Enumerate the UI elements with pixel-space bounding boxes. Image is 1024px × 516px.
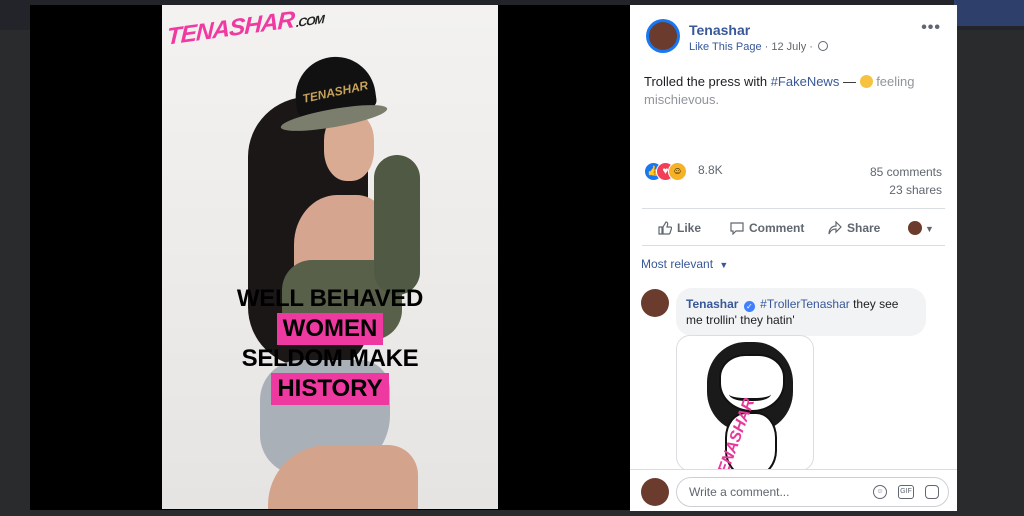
comment-button[interactable]: Comment [730, 219, 804, 237]
comment-input-wrapper: ☺ GIF [676, 477, 949, 507]
haha-reaction-icon: ☺ [668, 162, 687, 181]
slogan-line-4: HISTORY [271, 373, 389, 405]
share-arrow-icon [828, 221, 842, 235]
sort-chevron-icon: ▼ [719, 260, 729, 270]
post-date[interactable]: 12 July [771, 41, 806, 53]
slogan-line-2: WOMEN [276, 313, 384, 345]
comment-bubble-icon [730, 222, 744, 235]
page-avatar-image [649, 22, 677, 50]
logo-main-text: TENASHAR [166, 6, 295, 51]
share-button[interactable]: Share [828, 219, 880, 237]
photo-logo: TENASHAR.COM [166, 5, 324, 52]
comment-author[interactable]: Tenashar [686, 297, 738, 311]
reaction-count[interactable]: 8.8K [698, 163, 723, 177]
thumbs-up-icon [658, 221, 672, 235]
comment-label: Comment [749, 221, 805, 235]
slogan-line-3: SELDOM MAKE [241, 345, 419, 372]
hashtag-link[interactable]: #FakeNews [771, 74, 840, 89]
photo-sleeve [374, 155, 420, 295]
post-text: Trolled the press with #FakeNews — feeli… [644, 73, 934, 109]
chevron-down-icon: ▼ [925, 224, 934, 234]
post-text-dash: — [839, 74, 860, 89]
comment-composer: ☺ GIF [630, 469, 957, 511]
comment-attached-image[interactable]: TENASHAR [676, 335, 814, 471]
comment-input[interactable] [687, 484, 871, 500]
photo-slogan: WELL BEHAVED WOMEN SELDOM MAKE HISTORY [162, 285, 498, 405]
post-meta: Like This Page · 12 July · [689, 41, 829, 53]
post-text-prefix: Trolled the press with [644, 74, 771, 89]
slogan-line-1: WELL BEHAVED [236, 285, 424, 312]
like-page-link[interactable]: Like This Page [689, 41, 762, 53]
top-bar-accent [954, 0, 1024, 26]
viewer-avatar [908, 221, 922, 235]
comment-author-avatar[interactable] [641, 289, 669, 317]
divider-bottom [642, 245, 945, 246]
verified-badge-icon: ✓ [743, 301, 755, 312]
gif-icon[interactable]: GIF [898, 485, 914, 499]
more-options-icon[interactable]: ••• [921, 19, 941, 37]
viewer-selector[interactable]: ▼ [908, 219, 934, 237]
feeling-emoji-icon [859, 75, 873, 88]
like-label: Like [677, 221, 702, 235]
emoji-icon[interactable]: ☺ [873, 485, 887, 499]
comment-sort-dropdown[interactable]: Most relevant ▼ [641, 257, 728, 271]
shares-count[interactable]: 23 shares [889, 183, 942, 197]
sticker-icon[interactable] [925, 485, 939, 499]
comment-hashtag-link[interactable]: #TrollerTenashar [760, 297, 850, 311]
comment-sort-label: Most relevant [641, 257, 714, 271]
logo-suffix-text: .COM [295, 12, 324, 30]
page-avatar[interactable] [646, 19, 680, 53]
like-button[interactable]: Like [658, 219, 701, 237]
comment-bubble: Tenashar ✓ #TrollerTenashar they see me … [676, 288, 926, 336]
current-user-avatar [641, 478, 669, 506]
globe-icon [818, 41, 829, 51]
divider-top [642, 208, 945, 209]
page-name-link[interactable]: Tenashar [689, 22, 750, 38]
post-side-panel: Tenashar Like This Page · 12 July · ••• … [630, 5, 957, 511]
post-photo[interactable]: TENASHAR.COM TENASHAR WELL BEHAVED WOMEN… [162, 5, 498, 509]
comments-count[interactable]: 85 comments [870, 165, 942, 179]
share-label: Share [847, 221, 881, 235]
meta-separator-2: · [809, 41, 817, 53]
